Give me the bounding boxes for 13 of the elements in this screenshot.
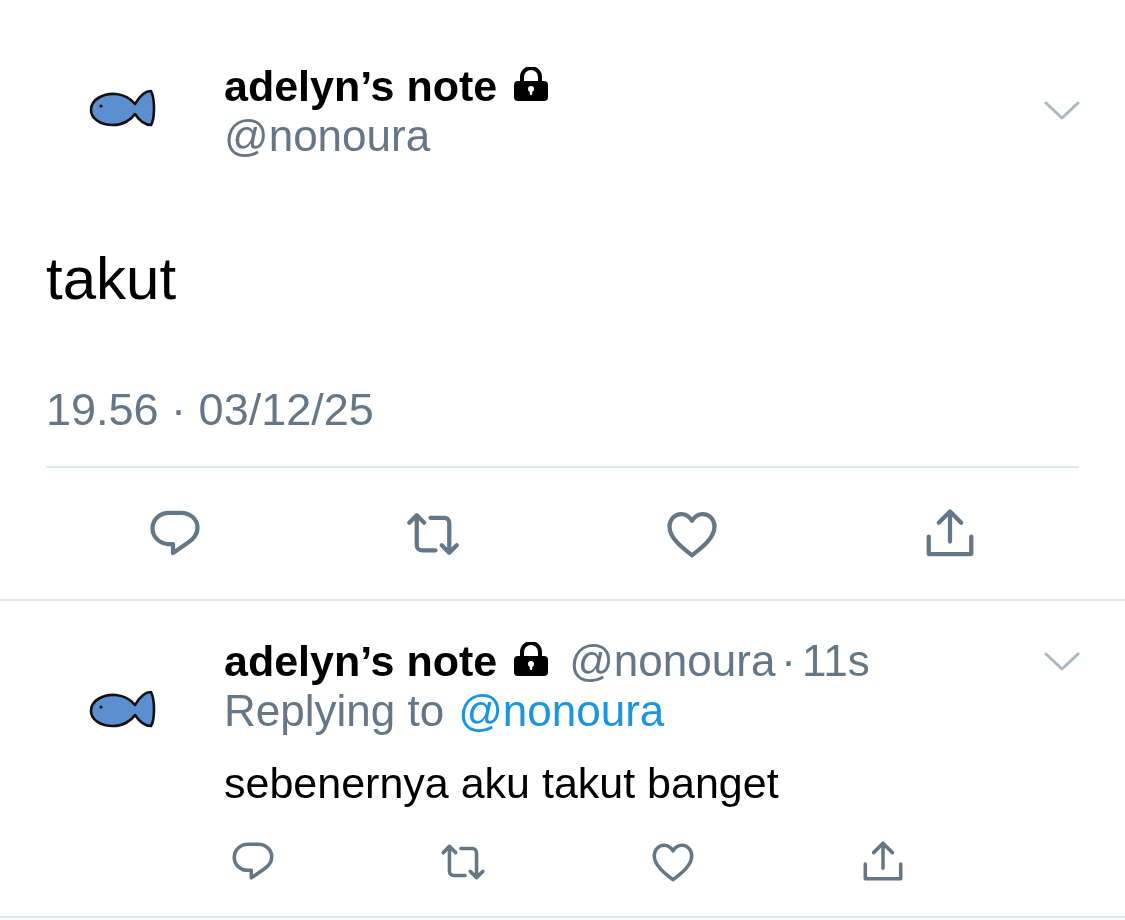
author-name: adelyn’s note [224,61,498,111]
author-handle: @nonoura [569,636,776,686]
fish-icon [88,688,156,730]
tweet-timestamp: 19.56 · 03/12/25 [45,384,375,436]
author-name: adelyn’s note [224,636,498,686]
author-handle: @nonoura [224,111,432,161]
separator: · [781,636,796,686]
reply-text: sebenernya aku takut banget [224,758,780,808]
tweet-text: takut [45,244,178,314]
replying-to-label: Replying to [224,686,445,736]
fish-icon [88,87,156,129]
tweet-time: 11s [802,636,870,686]
mention-link[interactable]: @nonoura [458,686,665,736]
